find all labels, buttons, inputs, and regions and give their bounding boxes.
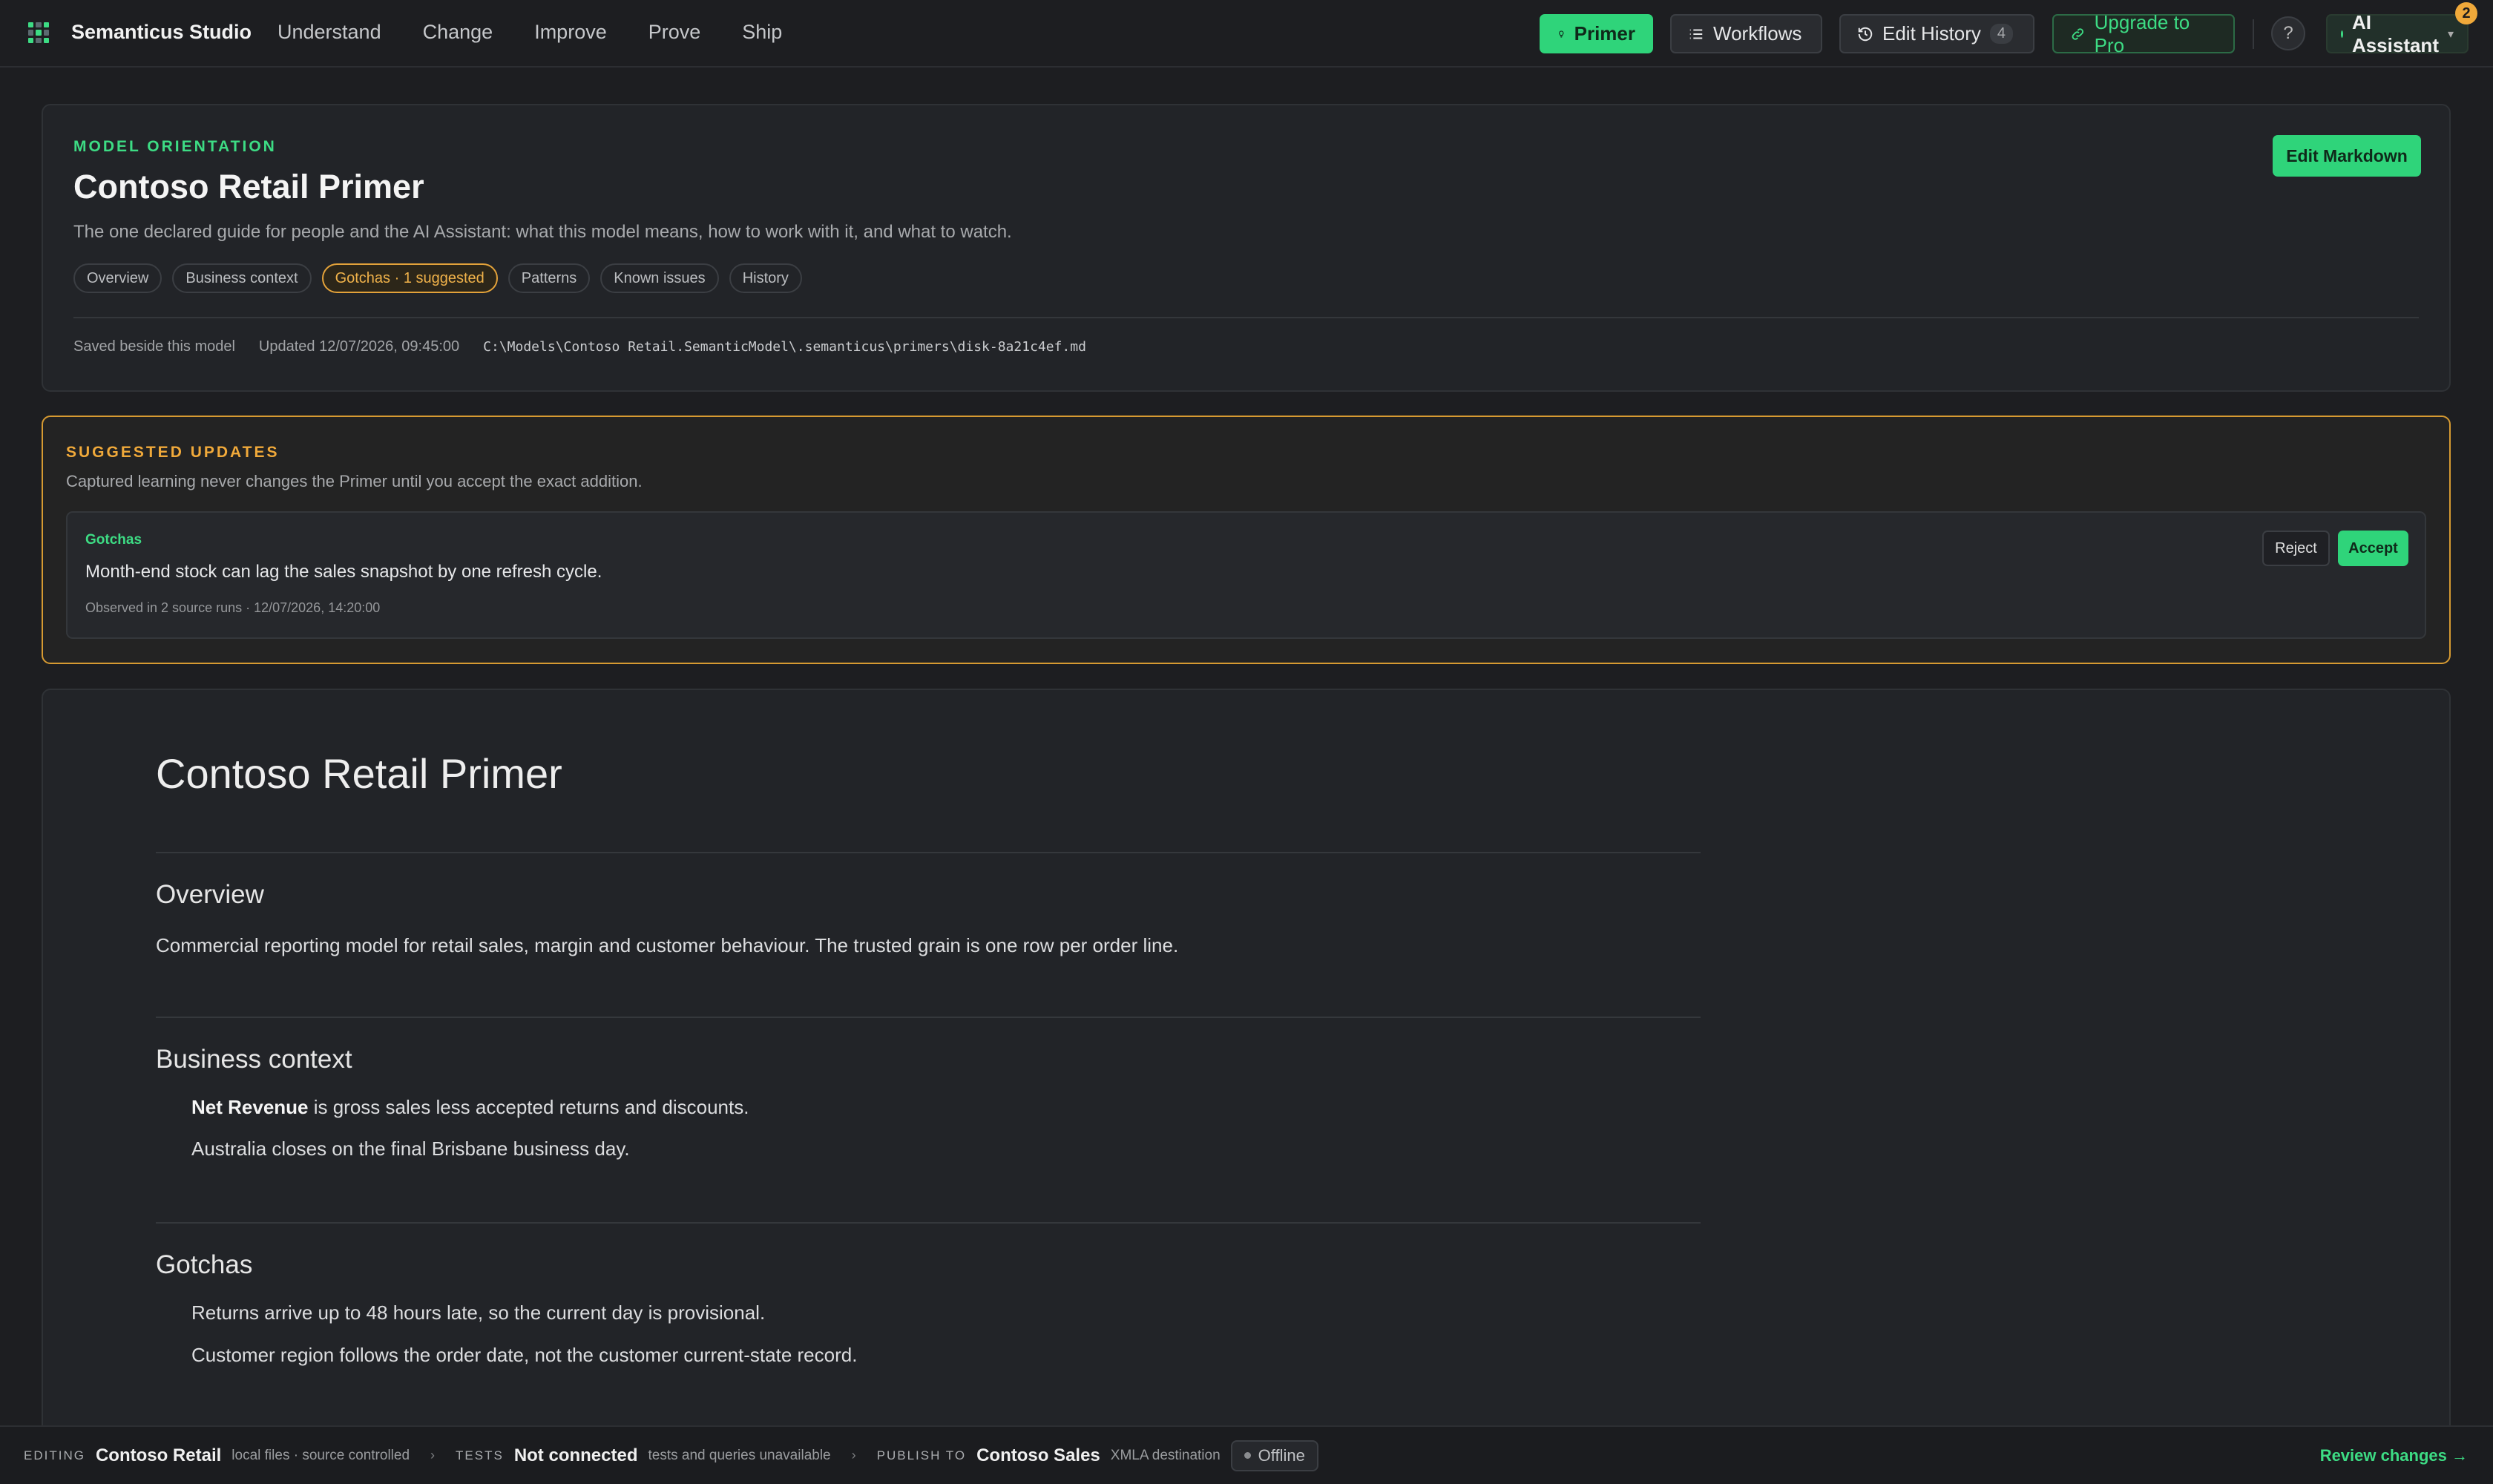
heading-business-context: Business context (156, 1045, 352, 1074)
nav-change[interactable]: Change (423, 21, 493, 44)
updated-timestamp: Updated 12/07/2026, 09:45:00 (258, 338, 460, 355)
markdown-divider (156, 1017, 1701, 1018)
gotchas-list-item: Returns arrive up to 48 hours late, so t… (191, 1301, 766, 1324)
saved-location: Saved beside this model (73, 338, 235, 355)
reject-button[interactable]: Reject (2262, 531, 2330, 566)
editing-model[interactable]: Contoso Retail (96, 1445, 221, 1466)
markdown-divider (156, 1222, 1701, 1224)
overview-paragraph: Commercial reporting model for retail sa… (156, 934, 1179, 956)
upgrade-label: Upgrade to Pro (2094, 10, 2190, 56)
help-button[interactable]: ? (2271, 16, 2305, 50)
markdown-preview-card: Contoso Retail Primer Overview Commercia… (42, 689, 2451, 1484)
publish-destination[interactable]: Contoso Sales (976, 1445, 1100, 1466)
suggestion-text: Month-end stock can lag the sales snapsh… (85, 562, 602, 582)
link-icon (2072, 27, 2084, 40)
chip-gotchas[interactable]: Gotchas · 1 suggested (321, 263, 498, 293)
nav-prove[interactable]: Prove (648, 21, 701, 44)
main-nav: Understand Change Improve Prove Ship (277, 21, 782, 44)
review-changes-link[interactable]: Review changes → (2320, 1446, 2468, 1465)
edit-history-label: Edit History (1882, 22, 1981, 45)
markdown-title: Contoso Retail Primer (156, 750, 562, 797)
edit-history-count: 4 (1989, 24, 2014, 44)
app-title: Semanticus Studio (71, 21, 252, 43)
offline-status[interactable]: Offline (1230, 1439, 1318, 1471)
publish-label: PUBLISH TO (876, 1448, 967, 1462)
nav-ship[interactable]: Ship (742, 21, 782, 44)
page-title: Contoso Retail Primer (73, 168, 424, 206)
offline-dot-icon (1244, 1452, 1251, 1459)
top-bar: Semanticus Studio Understand Change Impr… (0, 0, 2493, 68)
nav-improve[interactable]: Improve (534, 21, 607, 44)
history-icon (1858, 27, 1873, 41)
chip-known-issues[interactable]: Known issues (600, 263, 719, 293)
file-meta: Saved beside this model Updated 12/07/20… (73, 338, 1086, 355)
markdown-divider (156, 852, 1701, 853)
heading-overview: Overview (156, 880, 264, 909)
chevron-right-icon: › (851, 1448, 856, 1462)
chevron-down-icon: ▾ (2447, 27, 2454, 41)
net-revenue-term: Net Revenue (191, 1096, 309, 1118)
accept-button[interactable]: Accept (2338, 531, 2408, 566)
editing-label: EDITING (24, 1448, 85, 1462)
tests-status[interactable]: Not connected (514, 1445, 638, 1466)
primer-button[interactable]: Primer (1540, 14, 1653, 53)
status-dot-icon (2341, 30, 2343, 38)
business-list-item: Australia closes on the final Brisbane b… (191, 1137, 630, 1160)
tests-label: TESTS (456, 1448, 504, 1462)
edit-markdown-button[interactable]: Edit Markdown (2273, 135, 2421, 177)
chip-business-context[interactable]: Business context (172, 263, 312, 293)
suggested-updates-card: SUGGESTED UPDATES Captured learning neve… (42, 416, 2451, 664)
page-description: The one declared guide for people and th… (73, 222, 1012, 242)
status-bar: EDITING Contoso Retail local files · sou… (0, 1425, 2493, 1484)
chip-history[interactable]: History (729, 263, 802, 293)
offline-label: Offline (1258, 1445, 1305, 1465)
gotchas-list-item: Customer region follows the order date, … (191, 1344, 858, 1366)
section-eyebrow: MODEL ORIENTATION (73, 138, 277, 155)
nav-understand[interactable]: Understand (277, 21, 381, 44)
heading-gotchas: Gotchas (156, 1250, 253, 1279)
upgrade-button[interactable]: Upgrade to Pro (2052, 11, 2235, 56)
suggestion-item: Gotchas Month-end stock can lag the sale… (66, 511, 2426, 639)
workflows-button[interactable]: Workflows (1670, 14, 1822, 53)
primer-header-card: MODEL ORIENTATION Contoso Retail Primer … (42, 104, 2451, 392)
net-revenue-definition: is gross sales less accepted returns and… (308, 1096, 749, 1118)
edit-history-button[interactable]: Edit History 4 (1839, 14, 2034, 53)
chip-overview[interactable]: Overview (73, 263, 162, 293)
suggestion-observed: Observed in 2 source runs · 12/07/2026, … (85, 600, 381, 615)
app-logo-icon (28, 22, 49, 43)
ai-assistant-label: AI Assistant (2351, 10, 2439, 56)
business-list-item: Net Revenue is gross sales less accepted… (191, 1096, 749, 1119)
list-icon (1689, 28, 1703, 39)
publish-sub: XMLA destination (1110, 1447, 1221, 1463)
lightbulb-icon (1559, 30, 1564, 37)
suggestion-category: Gotchas (85, 532, 142, 548)
primer-label: Primer (1574, 22, 1635, 45)
section-chips: Overview Business context Gotchas · 1 su… (73, 263, 802, 293)
suggested-description: Captured learning never changes the Prim… (66, 472, 643, 490)
tests-sub: tests and queries unavailable (648, 1447, 831, 1463)
ai-notification-badge: 2 (2455, 2, 2477, 24)
file-path: C:\Models\Contoso Retail.SemanticModel\.… (483, 339, 1086, 355)
workflows-label: Workflows (1713, 22, 1802, 45)
suggested-eyebrow: SUGGESTED UPDATES (66, 444, 280, 461)
chevron-right-icon: › (430, 1448, 436, 1462)
divider (73, 317, 2419, 318)
ai-assistant-button[interactable]: AI Assistant ▾ (2326, 11, 2469, 56)
toolbar-divider (2253, 19, 2254, 49)
chip-patterns[interactable]: Patterns (508, 263, 591, 293)
editing-source: local files · source controlled (231, 1447, 410, 1463)
